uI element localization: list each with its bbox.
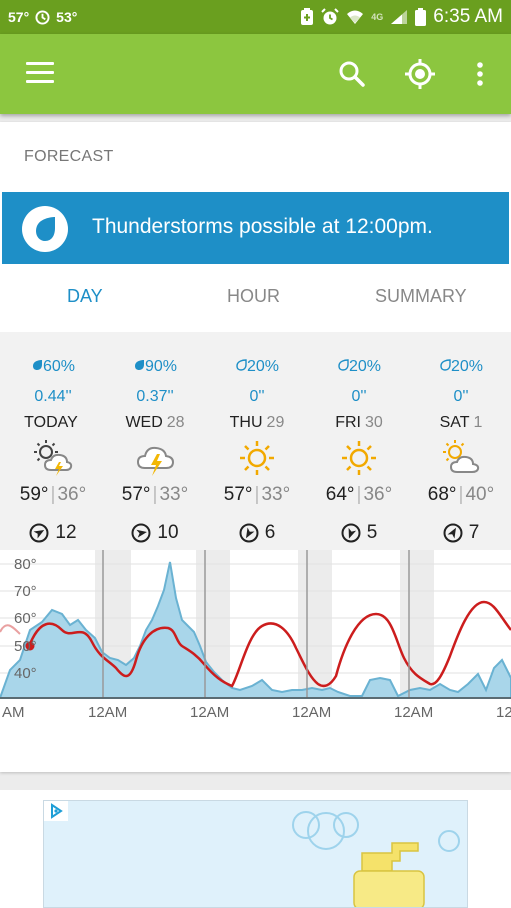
x-tick-label: 12AM <box>88 704 127 721</box>
y-tick-label: 60° <box>14 610 37 627</box>
app-bar <box>0 34 511 114</box>
x-tick-label: 12AM <box>394 704 433 721</box>
wind-direction-icon <box>29 523 49 543</box>
forecast-title: FORECAST <box>24 148 114 165</box>
y-tick-label: 70° <box>14 583 37 600</box>
status-temp-right: 53° <box>56 9 78 25</box>
precip-chance: 20% <box>308 358 410 376</box>
day-column-sat[interactable]: 20% 0'' SAT 1 68° | 40° 7 <box>410 332 511 550</box>
temperature-precip-chart[interactable]: 80° 70° 60° 50° 40° AM 12AM 12AM 12AM 12… <box>0 550 511 722</box>
partly-sunny-thunder-icon <box>34 440 73 476</box>
network-type: 4G <box>371 12 384 22</box>
day-name: TODAY <box>24 414 78 431</box>
sunny-icon <box>342 441 376 475</box>
status-time: 6:35 AM <box>433 6 503 27</box>
rain-drop-outline-icon <box>440 359 451 371</box>
ad-banner[interactable] <box>43 800 468 908</box>
precip-amount: 0'' <box>351 388 367 405</box>
x-tick-label: 12AM <box>190 704 229 721</box>
wind-direction-icon <box>239 523 259 543</box>
day-name: SAT 1 <box>439 414 483 431</box>
rain-drop-icon <box>134 360 144 370</box>
precip-amount: 0'' <box>249 388 265 405</box>
rain-drop-icon <box>32 360 42 370</box>
day-temps: 57° | 33° <box>121 484 189 505</box>
precip-amount: 0.44'' <box>34 388 72 405</box>
y-tick-label: 40° <box>14 665 37 682</box>
tab-hour[interactable]: HOUR <box>227 286 280 307</box>
forecast-card: FORECAST Thunderstorms possible at 12:00… <box>0 122 511 772</box>
wind: 12 <box>2 522 104 544</box>
wind-direction-icon <box>443 523 463 543</box>
wind: 5 <box>308 522 410 544</box>
precip-amount: 0'' <box>453 388 469 405</box>
x-tick-label: AM <box>2 704 25 721</box>
more-icon[interactable] <box>464 58 496 90</box>
wifi-icon <box>347 10 364 24</box>
alert-text: Thunderstorms possible at 12:00pm. <box>92 215 433 238</box>
status-temp-left: 57° <box>8 9 30 25</box>
thunderstorm-icon <box>136 446 175 476</box>
rain-drop-outline-icon <box>236 359 247 371</box>
wind-direction-icon <box>131 523 151 543</box>
day-name: WED 28 <box>125 414 185 431</box>
ad-image <box>292 811 460 907</box>
precip-chance: 20% <box>206 358 308 376</box>
menu-icon[interactable] <box>26 62 54 84</box>
day-column-wed[interactable]: 90% 0.37'' WED 28 57° | 33° 10 <box>104 332 206 550</box>
forecast-tabs: DAY HOUR SUMMARY <box>2 264 509 332</box>
day-temps: 68° | 40° <box>427 484 495 505</box>
advertisement-area <box>0 790 511 908</box>
alarm-icon <box>321 8 339 25</box>
signal-icon <box>391 10 408 24</box>
day-name: FRI 30 <box>335 414 383 431</box>
y-tick-label: 80° <box>14 556 37 573</box>
day-name: THU 29 <box>229 414 285 431</box>
battery-saver-icon <box>301 8 314 25</box>
day-temps: 59° | 36° <box>19 484 87 505</box>
search-icon[interactable] <box>336 58 368 90</box>
y-tick-label: 50° <box>14 638 37 655</box>
wind: 7 <box>410 522 511 544</box>
tab-summary[interactable]: SUMMARY <box>375 286 467 307</box>
rain-drop-outline-icon <box>338 359 349 371</box>
clock-icon <box>35 9 50 25</box>
rain-drop-icon <box>22 206 68 252</box>
wind-direction-icon <box>341 523 361 543</box>
partly-cloudy-icon <box>443 440 480 473</box>
sunny-icon <box>240 441 274 475</box>
battery-icon <box>415 8 427 26</box>
wind: 6 <box>206 522 308 544</box>
day-column-today[interactable]: 60% 0.44'' TODAY 59° | 36° 12 <box>2 332 104 550</box>
precip-chance: 90% <box>104 358 206 376</box>
night-band <box>298 550 332 698</box>
day-temps: 57° | 33° <box>223 484 291 505</box>
status-bar: 57° 53° 4G 6:35 AM <box>0 0 511 34</box>
precip-amount: 0.37'' <box>136 388 174 405</box>
day-column-fri[interactable]: 20% 0'' FRI 30 64° | 36° 5 <box>308 332 410 550</box>
weather-alert-banner[interactable]: Thunderstorms possible at 12:00pm. <box>2 192 509 264</box>
x-tick-label: 12AM <box>292 704 331 721</box>
daily-forecast-grid: 60% 0.44'' TODAY 59° | 36° 12 90% 0.37'' W… <box>0 332 511 550</box>
day-temps: 64° | 36° <box>325 484 393 505</box>
wind: 10 <box>104 522 206 544</box>
day-column-thu[interactable]: 20% 0'' THU 29 57° | 33° 6 <box>206 332 308 550</box>
tab-day[interactable]: DAY <box>67 286 103 307</box>
precip-chance: 20% <box>410 358 511 376</box>
location-icon[interactable] <box>404 58 436 90</box>
precip-chance: 60% <box>2 358 104 376</box>
x-tick-label: 12 <box>496 704 511 721</box>
